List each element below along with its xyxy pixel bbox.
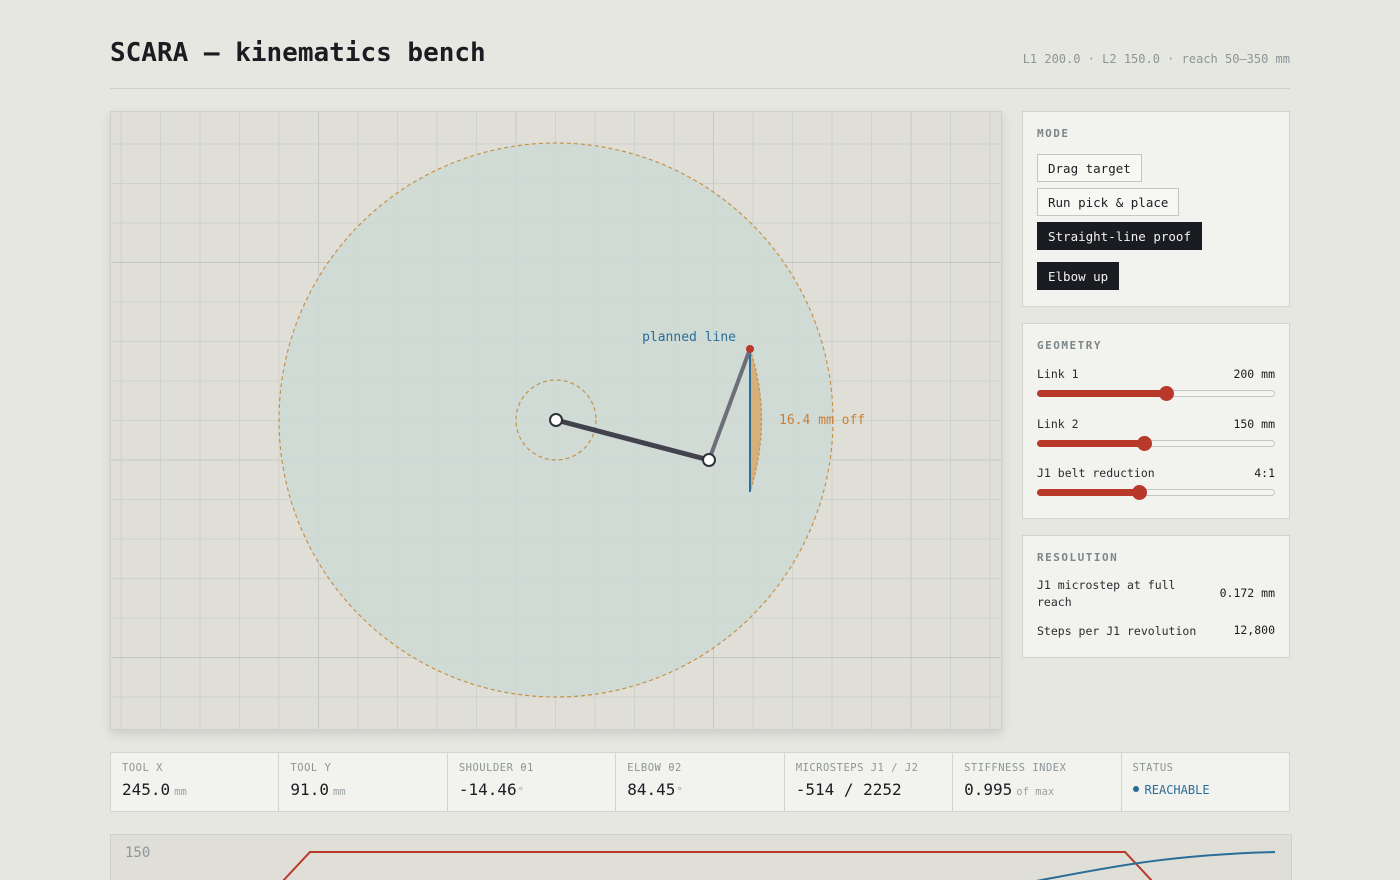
steps-per-rev-value: 12,800: [1233, 623, 1275, 637]
tool-x-unit: mm: [174, 786, 187, 798]
planned-line-label: planned line: [642, 330, 736, 345]
geometry-panel: GEOMETRY Link 1 200 mm Link 2 150 mm J1 …: [1022, 323, 1290, 519]
shoulder-cell: SHOULDER θ1 -14.46°: [448, 753, 617, 811]
tool-x-label: TOOL X: [122, 762, 163, 774]
header: SCARA — kinematics bench L1 200.0 · L2 1…: [110, 0, 1290, 89]
tool-x-cell: TOOL X 245.0 mm: [111, 753, 280, 811]
belt-reduction-thumb[interactable]: [1132, 485, 1148, 500]
tool-x-value: 245.0: [122, 780, 171, 799]
microsteps-cell: MICROSTEPS J1 / J2 -514 / 2252: [785, 753, 954, 811]
tool-x-readout: 245.0 mm: [122, 780, 187, 799]
status-cell: STATUS REACHABLE: [1122, 753, 1289, 811]
status-dot-icon: [1132, 786, 1139, 792]
page-title: SCARA — kinematics bench: [110, 38, 486, 68]
status-readout: REACHABLE: [1132, 779, 1210, 798]
elbow-joint[interactable]: [702, 453, 716, 467]
geometry-title: GEOMETRY: [1037, 339, 1102, 352]
stiffness-value: 0.995: [964, 780, 1013, 799]
elbow-readout: 84.45°: [627, 780, 683, 799]
trace-primary: [282, 851, 1153, 880]
shoulder-readout: -14.46°: [459, 780, 524, 799]
elbow-value: 84.45: [627, 780, 676, 799]
resolution-panel: RESOLUTION J1 microstep at full reach 0.…: [1022, 535, 1290, 658]
shoulder-joint[interactable]: [549, 413, 563, 427]
stiffness-unit: of max: [1016, 786, 1055, 798]
stiffness-readout: 0.995 of max: [964, 780, 1054, 799]
microstep-label: J1 microstep at full reach: [1037, 578, 1176, 609]
tool-y-cell: TOOL Y 91.0 mm: [279, 753, 448, 811]
kinematics-canvas[interactable]: planned line 16.4 mm off: [110, 111, 1002, 730]
geometry-specs: L1 200.0 · L2 150.0 · reach 50–350 mm: [1022, 52, 1290, 66]
elbow-label: ELBOW θ2: [627, 762, 682, 774]
deviation-label: 16.4 mm off: [779, 413, 865, 428]
canvas-svg[interactable]: planned line 16.4 mm off: [111, 112, 1001, 729]
stiffness-cell: STIFFNESS INDEX 0.995 of max: [953, 753, 1122, 811]
trace-secondary: [1036, 851, 1276, 880]
link1-label: Link 1: [1037, 367, 1079, 381]
joint-trace-plot: 150: [110, 834, 1292, 880]
elbow-up-toggle[interactable]: Elbow up: [1037, 262, 1120, 290]
shoulder-label: SHOULDER θ1: [458, 762, 534, 774]
elbow-unit: °: [676, 786, 683, 798]
plot-svg: [282, 851, 1276, 880]
link1-value: 200 mm: [1233, 367, 1275, 381]
shoulder-value: -14.46: [458, 780, 517, 799]
tool-y-value: 91.0: [290, 780, 329, 799]
link2-label: Link 2: [1037, 417, 1079, 431]
link2-value: 150 mm: [1233, 417, 1275, 431]
microstep-value: 0.172 mm: [1219, 586, 1275, 600]
tool-y-label: TOOL Y: [290, 762, 332, 774]
drag-target-button[interactable]: Drag target: [1037, 154, 1142, 182]
belt-reduction-label: J1 belt reduction: [1037, 466, 1155, 480]
mode-panel: MODE Drag target Run pick & place Straig…: [1022, 111, 1290, 307]
status-label: STATUS: [1132, 762, 1174, 774]
tool-y-readout: 91.0 mm: [290, 780, 345, 799]
status-value: REACHABLE: [1144, 783, 1210, 797]
steps-per-rev-label: Steps per J1 revolution: [1037, 624, 1197, 638]
belt-reduction-value: 4:1: [1254, 466, 1275, 480]
tool-target[interactable]: [746, 345, 754, 353]
shoulder-unit: °: [517, 786, 524, 798]
mode-title: MODE: [1037, 127, 1070, 140]
link1-fill: [1037, 390, 1166, 397]
resolution-title: RESOLUTION: [1037, 551, 1119, 564]
straight-line-proof-button[interactable]: Straight-line proof: [1037, 222, 1202, 250]
readout-bar: TOOL X 245.0 mm TOOL Y 91.0 mm SHOULDER θ1…: [110, 752, 1290, 812]
link2-thumb[interactable]: [1137, 436, 1153, 451]
link1-thumb[interactable]: [1158, 386, 1174, 401]
microsteps-value: -514 / 2252: [795, 780, 902, 799]
tool-y-unit: mm: [332, 786, 346, 798]
pick-and-place-button[interactable]: Run pick & place: [1037, 188, 1180, 216]
stiffness-label: STIFFNESS INDEX: [964, 762, 1067, 774]
microsteps-label: MICROSTEPS J1 / J2: [795, 762, 919, 774]
elbow-cell: ELBOW θ2 84.45°: [616, 753, 785, 811]
belt-reduction-fill: [1037, 489, 1140, 496]
link2-fill: [1037, 440, 1145, 447]
